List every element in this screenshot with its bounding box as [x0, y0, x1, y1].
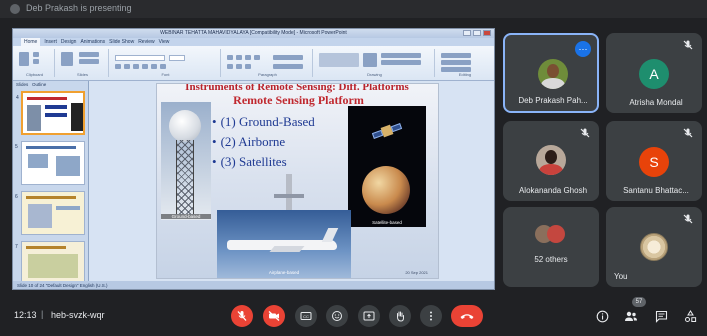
people-button[interactable] [621, 306, 641, 326]
hand-icon [397, 311, 404, 322]
slide-thumbnail: 6 [15, 191, 85, 235]
ribbon-group-clipboard: Clipboard [15, 49, 55, 77]
tab-review: Review [138, 39, 155, 45]
mic-off-icon [683, 128, 693, 138]
captions-icon: CC [300, 312, 312, 320]
bullet-satellites: • (3) Satellites [212, 154, 287, 169]
editor-area: Slides Outline 4 5 6 7 Instruments of Re… [13, 81, 494, 289]
ribbon-group-editing: Editing [437, 49, 493, 77]
leave-call-button[interactable] [451, 305, 483, 327]
minimize-icon [463, 30, 471, 36]
ground-based-label: Ground-based [161, 214, 211, 219]
phone-hangup-icon [460, 314, 474, 319]
avatar [538, 59, 568, 89]
slide-date: 20 Sep 2021 [405, 270, 428, 275]
ribbon-group-font: Font [111, 49, 221, 77]
tab-home: Home [21, 38, 41, 46]
chat-button[interactable] [651, 306, 671, 326]
status-bar: Slide 10 of 24 "Default Design" English … [13, 281, 494, 289]
camera-toggle-button[interactable] [263, 305, 285, 327]
tab-view: View [158, 39, 170, 45]
ribbon-group-drawing: Drawing [315, 49, 435, 77]
chat-icon [655, 310, 667, 323]
more-options-button[interactable] [420, 305, 442, 327]
airplane-label: Airplane-based [268, 270, 300, 275]
captions-button[interactable]: CC [295, 305, 317, 327]
participant-tile-you[interactable]: You [606, 207, 702, 287]
ribbon: Clipboard Slides Font Paragraph Drawing … [13, 46, 494, 81]
ribbon-tabs: Home Insert Design Animations Slide Show… [13, 38, 494, 46]
people-icon [625, 311, 637, 321]
airplane-image: Airplane-based [217, 210, 351, 278]
present-now-button[interactable] [358, 305, 380, 327]
presenter-status: Deb Prakash is presenting [26, 3, 132, 13]
participant-name: Deb Prakash Pah... [518, 96, 588, 105]
participant-name: Atrisha Mondal [629, 98, 683, 107]
slide-thumbnail: 5 [15, 141, 85, 185]
ribbon-group-paragraph: Paragraph [223, 49, 313, 77]
participant-name: Santanu Bhattac... [623, 186, 689, 195]
tab-slide-show: Slide Show [109, 39, 135, 45]
meeting-time: 12:13 [14, 310, 37, 320]
maximize-icon [473, 30, 481, 36]
avatar [640, 233, 668, 261]
others-count: 52 others [534, 255, 568, 264]
slide-thumbnail: 7 [15, 241, 85, 285]
emoji-icon [332, 311, 342, 321]
reactions-button[interactable] [326, 305, 348, 327]
participant-tile-alokananda[interactable]: Alokananda Ghosh [503, 121, 599, 201]
ribbon-group-slides: Slides [57, 49, 109, 77]
avatar: S [639, 147, 669, 177]
shared-screen: WEBINAR TEHATTA MAHAVIDYALAYA [Compatibi… [12, 28, 495, 290]
tab-design: Design [60, 39, 77, 45]
slide-heading-top: Instruments of Remote Sensing: Diff. Pla… [185, 83, 409, 93]
window-title: WEBINAR TEHATTA MAHAVIDYALAYA [Compatibi… [160, 30, 347, 36]
tab-animations: Animations [80, 39, 106, 45]
mic-off-icon [237, 311, 247, 321]
participant-tile-deb-prakash[interactable]: ⋯ Deb Prakash Pah... [503, 33, 599, 113]
participant-tile-santanu[interactable]: S Santanu Bhattac... [606, 121, 702, 201]
close-icon [483, 30, 491, 36]
mic-off-icon [683, 214, 693, 224]
slide-thumbnails-pane: Slides Outline 4 5 6 7 [13, 81, 89, 285]
avatar: A [639, 59, 669, 89]
presenter-bar: Deb Prakash is presenting [0, 0, 707, 18]
bullet-ground: • (1) Ground-Based [212, 114, 315, 129]
activities-button[interactable] [680, 306, 700, 326]
others-avatars [533, 225, 569, 247]
participant-name: Alokananda Ghosh [518, 186, 588, 195]
camera-off-icon [268, 311, 280, 321]
present-screen-icon [363, 311, 375, 321]
avatar [536, 145, 566, 175]
participant-name: You [614, 272, 628, 281]
tab-insert: Insert [44, 39, 57, 45]
raise-hand-button[interactable] [389, 305, 411, 327]
meeting-code: heb-svzk-wqr [51, 310, 105, 320]
mic-toggle-button[interactable] [231, 305, 253, 327]
satellite-image: Satellite-based [348, 106, 426, 227]
presenter-avatar-icon [10, 4, 20, 14]
separator: | [41, 309, 44, 319]
info-icon [596, 310, 608, 322]
more-options-icon[interactable]: ⋯ [575, 41, 591, 57]
meeting-controls: 12:13 | heb-svzk-wqr CC 57 [0, 296, 707, 336]
more-vert-icon [430, 311, 432, 321]
ground-based-image: Ground-based [161, 102, 211, 220]
participant-tile-atrisha[interactable]: A Atrisha Mondal [606, 33, 702, 113]
mic-off-icon [580, 128, 590, 138]
participant-tile-others[interactable]: 52 others [503, 207, 599, 287]
slide-thumbnail: 4 [16, 91, 85, 135]
thumb-tabs: Slides Outline [16, 82, 47, 87]
mic-off-icon [683, 40, 693, 50]
bullet-airborne: • (2) Airborne [212, 134, 286, 149]
svg-text:CC: CC [303, 314, 309, 319]
satellite-label: Satellite-based [372, 220, 402, 225]
activities-icon [684, 309, 696, 322]
current-slide: Instruments of Remote Sensing: Diff. Pla… [156, 83, 439, 279]
meeting-details-button[interactable] [592, 306, 612, 326]
window-titlebar: WEBINAR TEHATTA MAHAVIDYALAYA [Compatibi… [13, 29, 494, 38]
